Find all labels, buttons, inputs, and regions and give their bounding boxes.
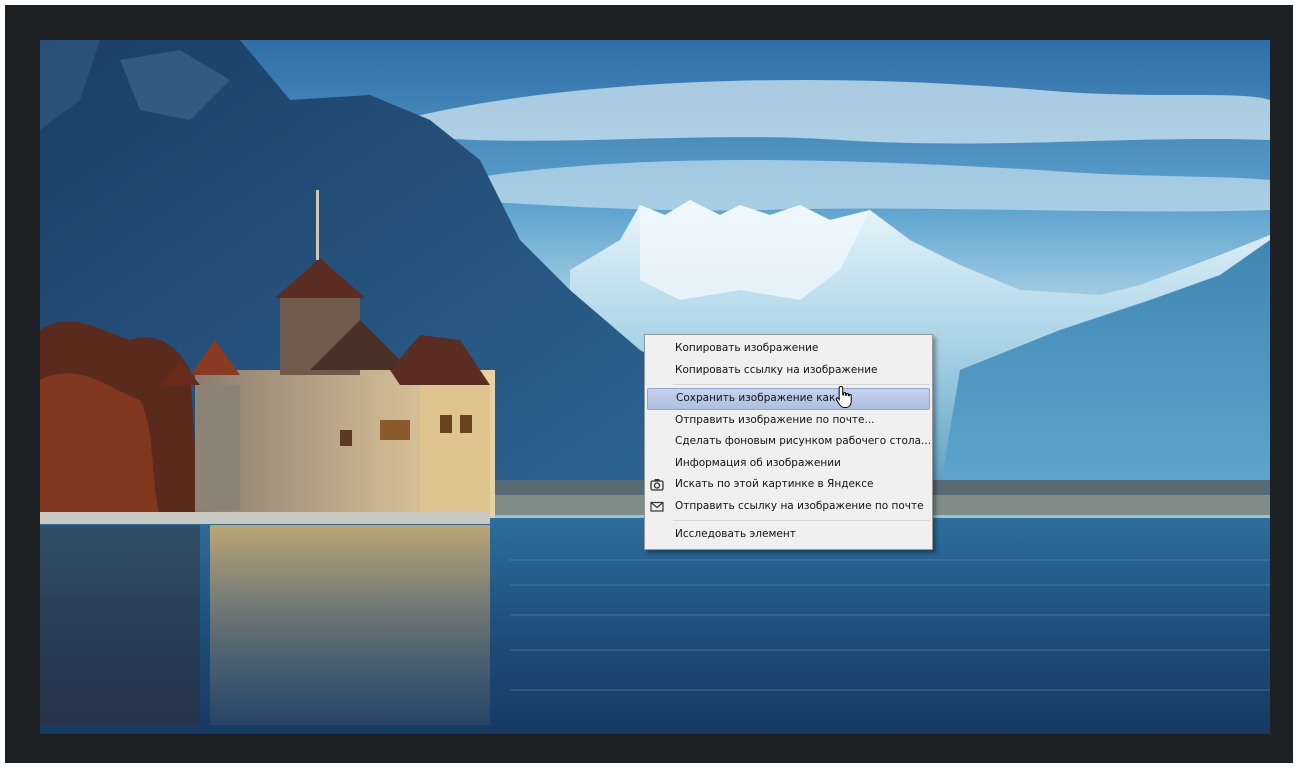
menu-item-set-as-desktop-background[interactable]: Сделать фоновым рисунком рабочего стола.… (645, 431, 932, 453)
envelope-icon (650, 501, 664, 512)
menu-item-label: Сохранить изображение как... (676, 392, 846, 404)
menu-item-search-image-yandex[interactable]: Искать по этой картинке в Яндексе (645, 474, 932, 496)
menu-item-email-image[interactable]: Отправить изображение по почте... (645, 410, 932, 432)
menu-separator (673, 384, 930, 385)
menu-item-inspect-element[interactable]: Исследовать элемент (645, 524, 932, 546)
menu-item-label: Сделать фоновым рисунком рабочего стола.… (675, 435, 932, 447)
menu-item-save-image-as[interactable]: Сохранить изображение как... (647, 388, 930, 410)
menu-item-email-image-link[interactable]: Отправить ссылку на изображение по почте (645, 496, 932, 518)
menu-item-label: Отправить ссылку на изображение по почте (675, 499, 924, 512)
menu-item-label: Отправить изображение по почте... (675, 413, 875, 426)
menu-item-label: Копировать изображение (675, 342, 819, 354)
menu-item-image-info[interactable]: Информация об изображении (645, 453, 932, 475)
menu-item-copy-image[interactable]: Копировать изображение (645, 338, 932, 360)
menu-item-copy-image-link[interactable]: Копировать ссылку на изображение (645, 360, 932, 382)
menu-item-label: Искать по этой картинке в Яндексе (675, 478, 874, 490)
hand-pointer-icon (835, 385, 852, 408)
menu-item-label: Копировать ссылку на изображение (675, 363, 878, 376)
menu-item-label: Информация об изображении (675, 456, 841, 469)
menu-item-label: Исследовать элемент (675, 528, 796, 540)
camera-search-icon (650, 479, 664, 491)
menu-separator (673, 520, 930, 521)
context-menu: Копировать изображение Копировать ссылку… (644, 334, 933, 550)
